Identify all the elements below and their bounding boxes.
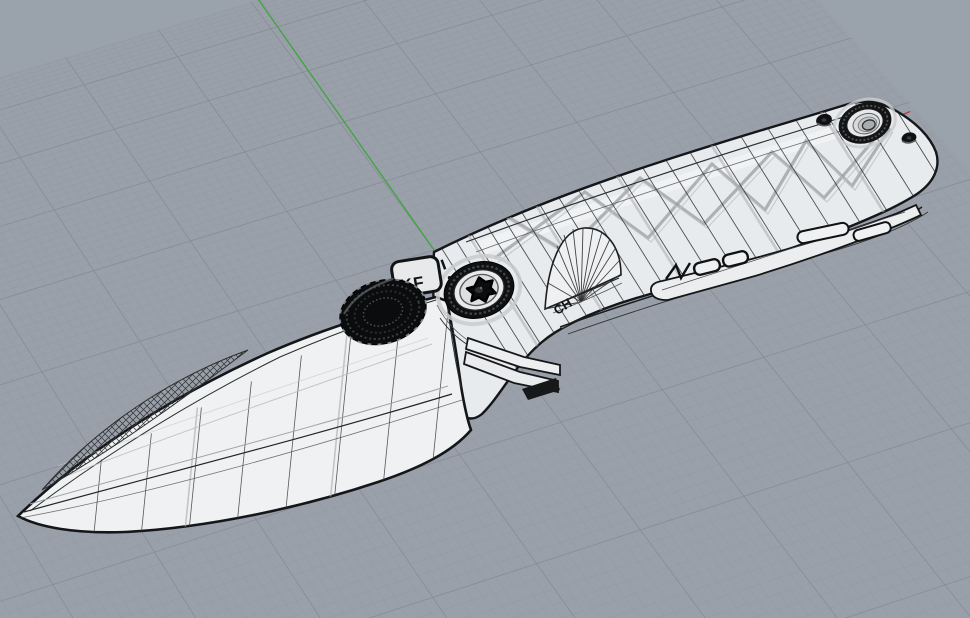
viewport-canvas: CH [0,0,970,618]
torx-glint [480,287,482,289]
cad-viewport[interactable]: CH [0,0,970,618]
